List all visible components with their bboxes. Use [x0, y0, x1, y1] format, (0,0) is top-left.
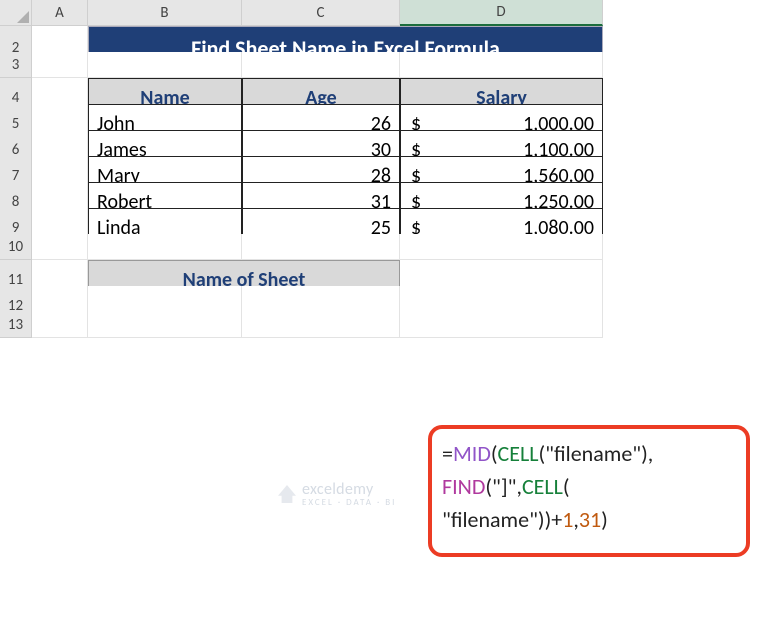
cell-D10[interactable]: [400, 234, 603, 260]
row-header-10[interactable]: 10: [0, 234, 32, 260]
cell-D13[interactable]: [400, 312, 603, 338]
row-header-13[interactable]: 13: [0, 312, 32, 338]
watermark-tag: EXCEL · DATA · BI: [302, 497, 396, 508]
formula-line-1: =MID(CELL("filename"),: [442, 437, 736, 470]
cell-C3[interactable]: [242, 52, 400, 78]
row-header-3[interactable]: 3: [0, 52, 32, 78]
cell-B13[interactable]: [88, 312, 242, 338]
cell-C13[interactable]: [242, 312, 400, 338]
watermark: exceldemy EXCEL · DATA · BI: [278, 480, 396, 508]
select-all-corner[interactable]: [0, 0, 32, 26]
formula-line-2: FIND("]",CELL(: [442, 470, 736, 503]
col-header-C[interactable]: C: [242, 0, 400, 26]
cell-A13[interactable]: [32, 312, 88, 338]
cell-A3[interactable]: [32, 52, 88, 78]
formula-callout: =MID(CELL("filename"), FIND("]",CELL( "f…: [428, 425, 750, 557]
cell-B3[interactable]: [88, 52, 242, 78]
col-header-B[interactable]: B: [88, 0, 242, 26]
col-header-A[interactable]: A: [32, 0, 88, 26]
cell-C10[interactable]: [242, 234, 400, 260]
cell-D3[interactable]: [400, 52, 603, 78]
spreadsheet-grid: A B C D 2 Find Sheet Name in Excel Formu…: [0, 0, 767, 338]
formula-line-3: "filename"))+1,31): [442, 503, 736, 536]
cell-A10[interactable]: [32, 234, 88, 260]
col-header-D[interactable]: D: [400, 0, 603, 26]
cell-B10[interactable]: [88, 234, 242, 260]
watermark-icon: [278, 485, 296, 503]
